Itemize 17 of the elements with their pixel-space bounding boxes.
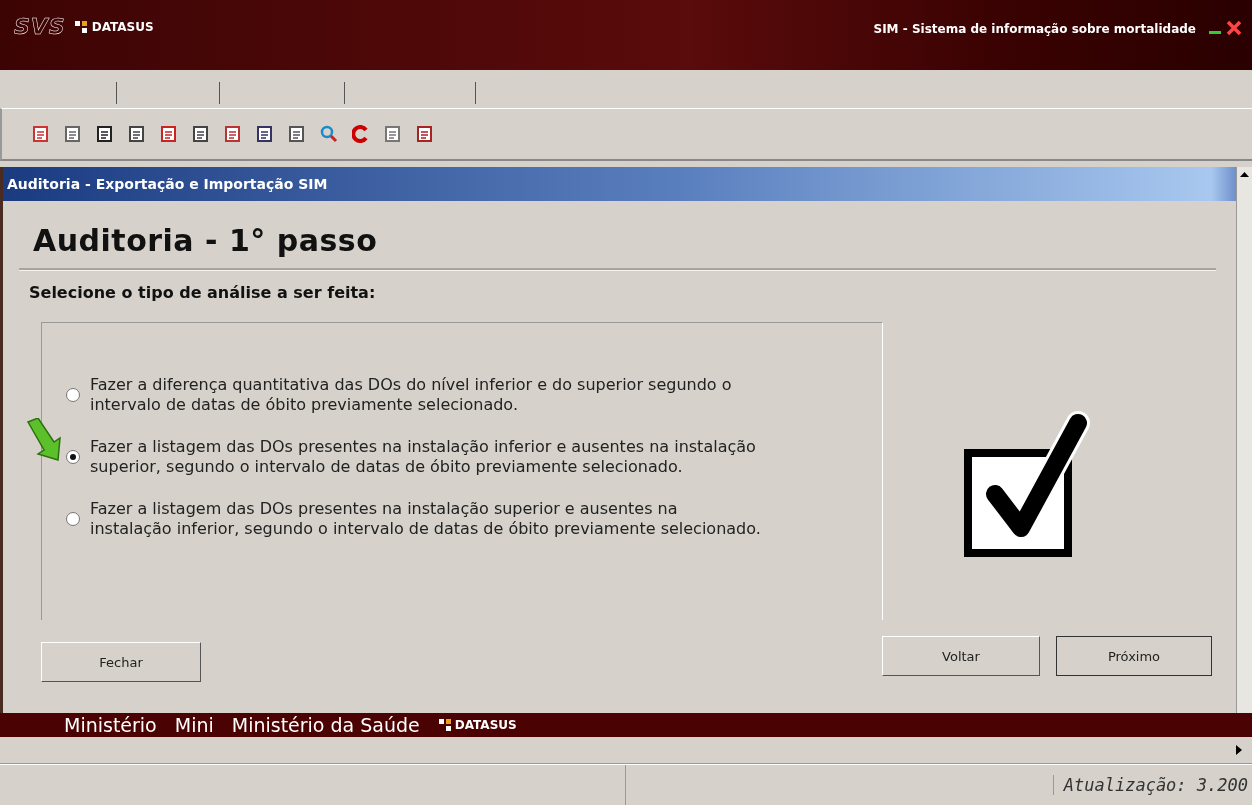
next-button[interactable]: Próximo [1056, 636, 1212, 676]
logo: SVS [14, 14, 66, 39]
version-label: Atualização: 3.200 [1052, 775, 1252, 795]
window-title: SIM - Sistema de informação sobre mortalidade [873, 22, 1196, 36]
brand-logo: DATASUS [73, 20, 154, 34]
footer-text: Ministério [64, 714, 157, 736]
option-label[interactable]: Fazer a diferença quantitativa das DOs do nível inferior e do superior segundo o intervalo de datas de óbito previamente selecionado. [90, 375, 762, 415]
footer-text: Mini [174, 714, 214, 736]
close-button[interactable]: Fechar [41, 642, 201, 682]
dialog-title-bar: Auditoria - Exportação e Importação SIM [3, 167, 1236, 201]
footer-text: Ministério da Saúde [231, 714, 420, 736]
brand-logo: DATASUS [437, 718, 517, 732]
instruction-text: Selecione o tipo de análise a ser feita: [29, 283, 377, 302]
step-heading: Auditoria - 1° passo [33, 223, 379, 258]
back-button[interactable]: Voltar [882, 636, 1040, 676]
option-label[interactable]: Fazer a listagem das DOs presentes na instalação inferior e ausentes na instalação superior, segundo o intervalo de datas de óbito previamente selecionado. [90, 437, 762, 477]
option-label[interactable]: Fazer a listagem das DOs presentes na instalação superior e ausentes na instalação inferior, segundo o intervalo de datas de óbito previamente selecionado. [90, 499, 762, 539]
